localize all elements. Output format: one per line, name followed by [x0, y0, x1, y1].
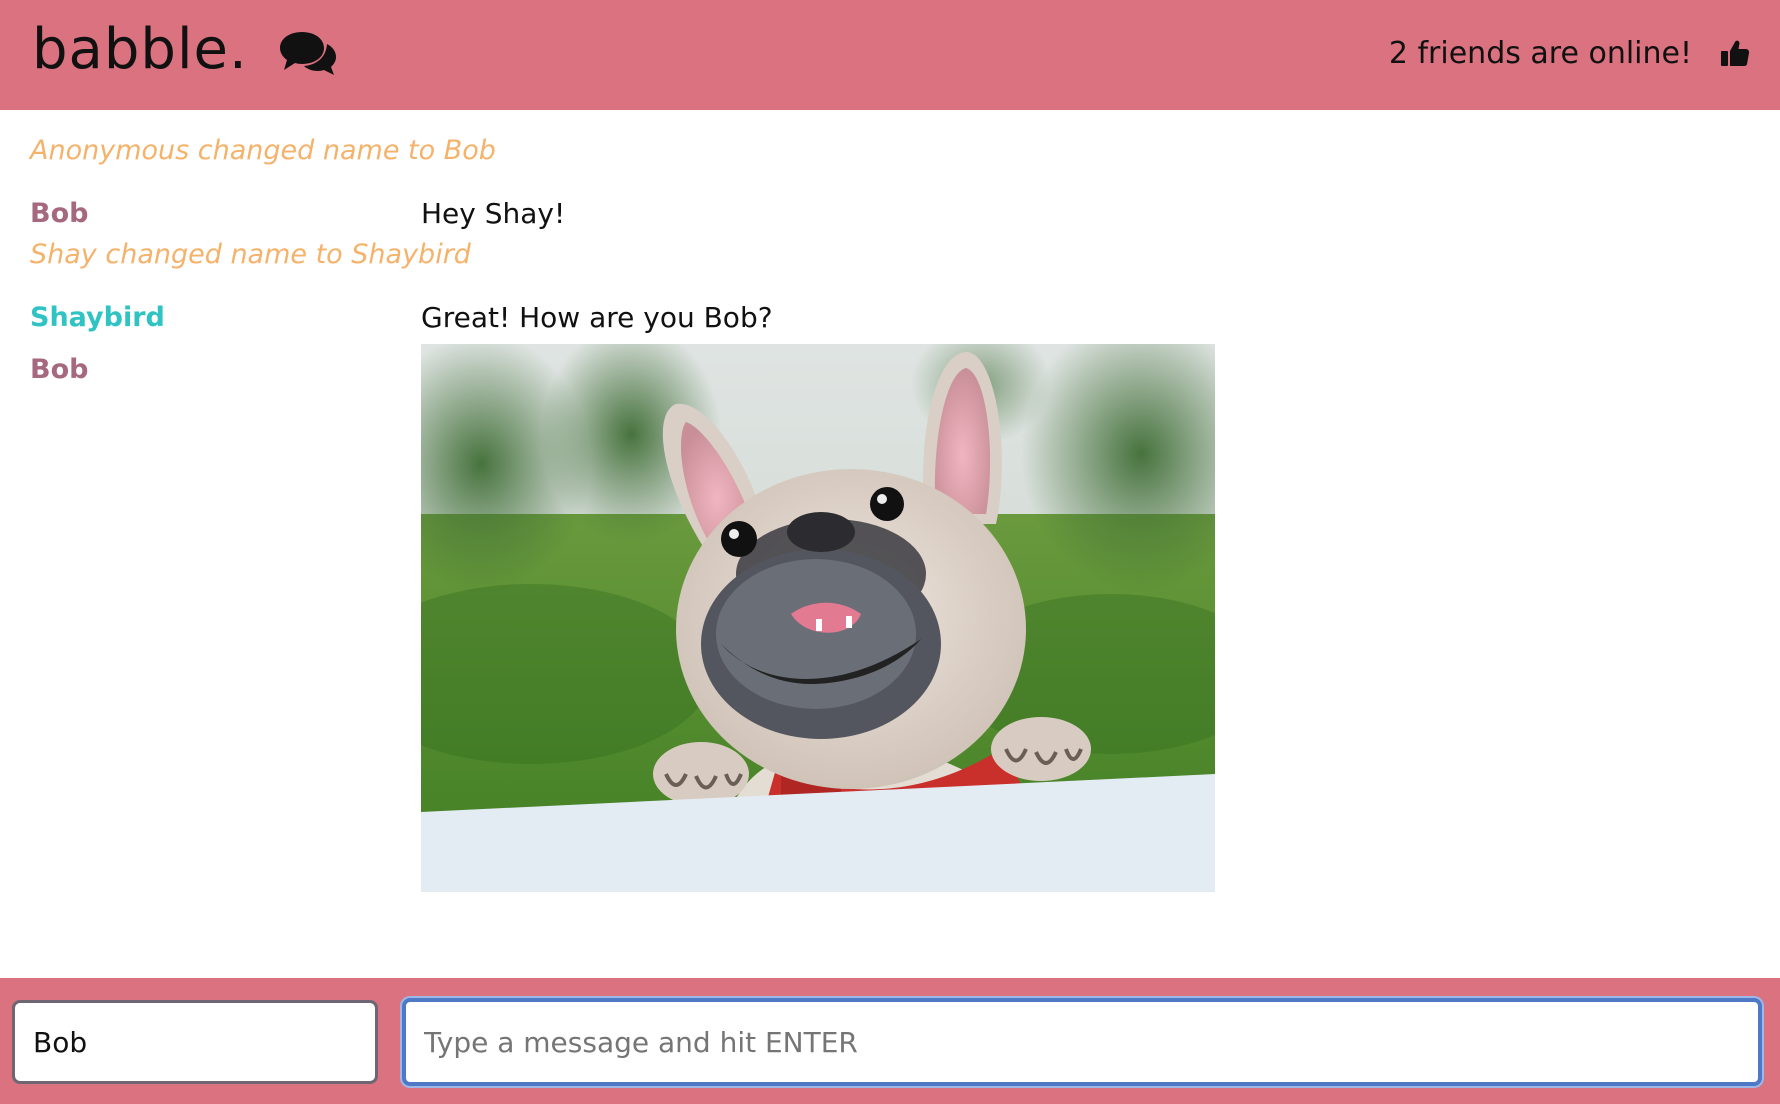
message-content: Hey Shay! — [421, 196, 566, 230]
name-change-notification: Shay changed name to Shaybird — [30, 239, 471, 270]
app-header: babble. 2 friends are online! — [0, 0, 1780, 110]
message-input[interactable] — [402, 998, 1762, 1086]
message-username: Shaybird — [30, 301, 165, 333]
online-count-text: 2 friends are online! — [1388, 35, 1692, 71]
message-username: Bob — [30, 354, 89, 385]
brand: babble. — [32, 10, 338, 90]
name-change-notification: Anonymous changed name to Bob — [30, 135, 496, 166]
brand-name: babble. — [32, 17, 248, 82]
chat-app: babble. 2 friends are online! Anonymous … — [0, 0, 1780, 1104]
username-input[interactable] — [12, 1000, 378, 1084]
composer-bar — [0, 978, 1780, 1104]
message-content: Great! How are you Bob? — [421, 300, 773, 334]
thumbs-up-icon — [1721, 40, 1750, 66]
chat-bubbles-icon — [279, 32, 336, 75]
chat-image-message: Bob — [30, 344, 1750, 892]
online-status: 2 friends are online! — [1389, 28, 1750, 78]
message-username: Bob — [30, 197, 89, 229]
message-image — [421, 344, 1215, 892]
message-list: Anonymous changed name to Bob Bob Hey Sh… — [0, 110, 1780, 978]
